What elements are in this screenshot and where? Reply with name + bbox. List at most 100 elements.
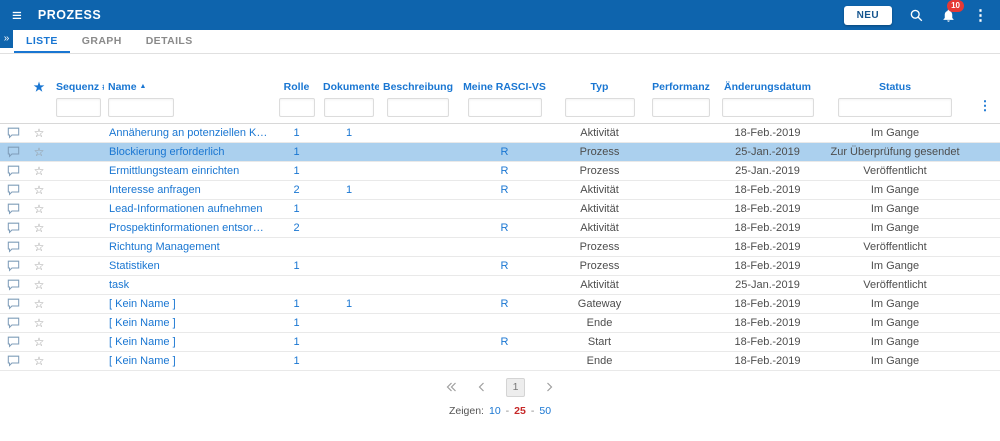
cell-dokumente[interactable]	[319, 332, 379, 351]
cell-name-link[interactable]: [ Kein Name ]	[104, 351, 274, 370]
column-header-rasci[interactable]: Meine RASCI-VS	[457, 78, 552, 96]
star-icon[interactable]: ☆	[34, 240, 45, 254]
cell-name-link[interactable]: task	[104, 275, 274, 294]
star-icon[interactable]: ☆	[34, 316, 45, 330]
next-page-button[interactable]	[542, 380, 556, 394]
star-icon[interactable]: ☆	[34, 145, 45, 159]
table-row[interactable]: ☆ Ermittlungsteam einrichten 1 R Prozess…	[0, 161, 1000, 180]
filter-input-typ[interactable]	[564, 98, 635, 117]
tab-liste[interactable]: LISTE	[14, 30, 70, 53]
comment-icon[interactable]	[7, 165, 20, 177]
cell-dokumente[interactable]: 1	[319, 123, 379, 142]
cell-rolle[interactable]: 2	[274, 218, 319, 237]
cell-rolle[interactable]	[274, 237, 319, 256]
filter-input-rolle[interactable]	[278, 98, 315, 117]
column-header-performanz[interactable]: Performanz	[647, 78, 715, 96]
table-row[interactable]: ☆ [ Kein Name ] 1 Ende 18-Feb.-2019 Im G…	[0, 351, 1000, 370]
cell-name-link[interactable]: Interesse anfragen	[104, 180, 274, 199]
cell-dokumente[interactable]	[319, 237, 379, 256]
column-header-name[interactable]: Name ▲	[104, 78, 274, 96]
comment-icon[interactable]	[7, 127, 20, 139]
cell-rolle[interactable]: 1	[274, 351, 319, 370]
star-icon[interactable]: ☆	[34, 335, 45, 349]
cell-rasci[interactable]: R	[457, 142, 552, 161]
cell-name-link[interactable]: Annäherung an potenziellen Kunden	[104, 123, 274, 142]
table-row[interactable]: ☆ [ Kein Name ] 1 1 R Gateway 18-Feb.-20…	[0, 294, 1000, 313]
tab-graph[interactable]: GRAPH	[70, 30, 134, 53]
cell-rolle[interactable]: 1	[274, 313, 319, 332]
cell-rasci[interactable]: R	[457, 218, 552, 237]
cell-rolle[interactable]: 1	[274, 199, 319, 218]
column-header-status[interactable]: Status	[820, 78, 970, 96]
cell-name-link[interactable]: Blockierung erforderlich	[104, 142, 274, 161]
column-header-rolle[interactable]: Rolle	[274, 78, 319, 96]
cell-name-link[interactable]: [ Kein Name ]	[104, 294, 274, 313]
comment-icon[interactable]	[7, 336, 20, 348]
comment-icon[interactable]	[7, 279, 20, 291]
cell-rolle[interactable]: 1	[274, 332, 319, 351]
star-filled-icon[interactable]: ★	[34, 80, 45, 94]
column-settings-icon[interactable]: ⋮	[979, 98, 992, 113]
comment-icon[interactable]	[7, 203, 20, 215]
cell-dokumente[interactable]	[319, 142, 379, 161]
comment-icon[interactable]	[7, 222, 20, 234]
cell-name-link[interactable]: Richtung Management	[104, 237, 274, 256]
star-icon[interactable]: ☆	[34, 126, 45, 140]
cell-rasci[interactable]: R	[457, 180, 552, 199]
table-row[interactable]: ☆ Richtung Management Prozess 18-Feb.-20…	[0, 237, 1000, 256]
cell-rolle[interactable]: 1	[274, 161, 319, 180]
cell-dokumente[interactable]: 1	[319, 294, 379, 313]
cell-rasci[interactable]	[457, 123, 552, 142]
star-icon[interactable]: ☆	[34, 202, 45, 216]
star-icon[interactable]: ☆	[34, 297, 45, 311]
current-page-button[interactable]: 1	[506, 377, 525, 397]
star-icon[interactable]: ☆	[34, 221, 45, 235]
star-icon[interactable]: ☆	[34, 164, 45, 178]
cell-dokumente[interactable]	[319, 275, 379, 294]
cell-rasci[interactable]	[457, 237, 552, 256]
star-icon[interactable]: ☆	[34, 354, 45, 368]
filter-input-sequenz[interactable]	[56, 98, 101, 117]
cell-rolle[interactable]: 1	[274, 294, 319, 313]
first-page-button[interactable]	[444, 380, 458, 394]
cell-dokumente[interactable]	[319, 351, 379, 370]
column-header-beschreibung[interactable]: Beschreibung	[379, 78, 457, 96]
notifications-bell-icon[interactable]: 10	[941, 0, 964, 23]
filter-input-beschreibung[interactable]	[387, 98, 449, 117]
cell-dokumente[interactable]	[319, 199, 379, 218]
cell-rasci[interactable]: R	[457, 256, 552, 275]
filter-input-aenderungsdatum[interactable]	[721, 98, 814, 117]
overflow-menu-icon[interactable]: ⋮	[973, 8, 988, 23]
comment-icon[interactable]	[7, 241, 20, 253]
comment-icon[interactable]	[7, 260, 20, 272]
hamburger-menu-icon[interactable]: ≡	[12, 7, 22, 24]
table-row[interactable]: ☆ Interesse anfragen 2 1 R Aktivität 18-…	[0, 180, 1000, 199]
column-header-sequenz[interactable]: Sequenz #	[52, 78, 104, 96]
comment-icon[interactable]	[7, 146, 20, 158]
page-size-50[interactable]: 50	[539, 405, 551, 417]
cell-name-link[interactable]: Lead-Informationen aufnehmen	[104, 199, 274, 218]
cell-rasci[interactable]: R	[457, 294, 552, 313]
page-size-25[interactable]: 25	[514, 405, 526, 417]
table-row[interactable]: ☆ Annäherung an potenziellen Kunden 1 1 …	[0, 123, 1000, 142]
cell-dokumente[interactable]	[319, 256, 379, 275]
cell-rolle[interactable]: 1	[274, 142, 319, 161]
filter-input-status[interactable]	[838, 98, 952, 117]
column-header-aenderungsdatum[interactable]: Änderungsdatum	[715, 78, 820, 96]
cell-rasci[interactable]	[457, 275, 552, 294]
star-icon[interactable]: ☆	[34, 259, 45, 273]
cell-name-link[interactable]: [ Kein Name ]	[104, 332, 274, 351]
page-size-10[interactable]: 10	[489, 405, 501, 417]
table-row[interactable]: ☆ [ Kein Name ] 1 R Start 18-Feb.-2019 I…	[0, 332, 1000, 351]
cell-rasci[interactable]	[457, 313, 552, 332]
tab-details[interactable]: DETAILS	[134, 30, 205, 53]
column-header-typ[interactable]: Typ	[552, 78, 647, 96]
cell-dokumente[interactable]	[319, 313, 379, 332]
comment-icon[interactable]	[7, 355, 20, 367]
table-row[interactable]: ☆ Blockierung erforderlich 1 R Prozess 2…	[0, 142, 1000, 161]
cell-name-link[interactable]: [ Kein Name ]	[104, 313, 274, 332]
table-row[interactable]: ☆ Prospektinformationen entsorgen 2 R Ak…	[0, 218, 1000, 237]
cell-rasci[interactable]: R	[457, 332, 552, 351]
comment-icon[interactable]	[7, 184, 20, 196]
table-row[interactable]: ☆ Statistiken 1 R Prozess 18-Feb.-2019 I…	[0, 256, 1000, 275]
